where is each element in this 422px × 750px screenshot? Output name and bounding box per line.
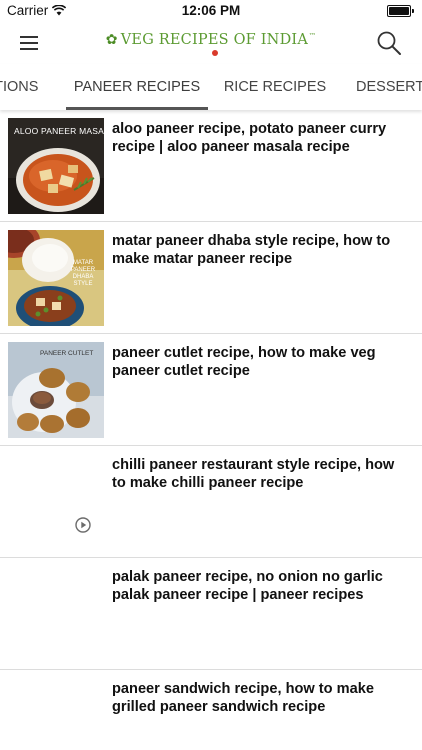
thumbnail-caption: MATAR PANEER DHABA STYLE <box>70 260 96 287</box>
recipe-thumbnail <box>8 454 104 550</box>
leaf-logo-icon: ✿ <box>105 32 118 48</box>
active-tab-indicator <box>66 107 208 110</box>
tab-rice-recipes[interactable]: RICE RECIPES <box>218 64 332 110</box>
thumbnail-caption: PANEER CUTLET <box>40 350 94 357</box>
logo-trademark: ™ <box>309 32 317 40</box>
recipe-thumbnail: PANEER CUTLET <box>8 342 104 438</box>
tab-desserts[interactable]: DESSERT <box>356 64 422 110</box>
recipe-row[interactable]: palak paneer recipe, no onion no garlic … <box>0 558 422 670</box>
recipe-title[interactable]: aloo paneer recipe, potato paneer curry … <box>112 120 412 156</box>
tab-paneer-recipes[interactable]: PANEER RECIPES <box>66 64 208 110</box>
top-bar: ✿ VEG RECIPES OF INDIA™ <box>0 22 422 64</box>
recipe-row[interactable]: chilli paneer restaurant style recipe, h… <box>0 446 422 558</box>
recipe-title[interactable]: matar paneer dhaba style recipe, how to … <box>112 232 412 268</box>
play-icon[interactable] <box>75 517 91 533</box>
status-bar: Carrier 12:06 PM <box>0 0 422 22</box>
logo-dot <box>212 50 218 56</box>
recipe-thumbnail: ALOO PANEER MASALA <box>8 118 104 214</box>
recipe-thumbnail: MATAR PANEER DHABA STYLE <box>8 230 104 326</box>
recipe-thumbnail <box>8 678 104 750</box>
recipe-title[interactable]: paneer sandwich recipe, how to make gril… <box>112 680 412 716</box>
recipe-thumbnail <box>8 566 104 662</box>
recipe-row[interactable]: MATAR PANEER DHABA STYLE matar paneer dh… <box>0 222 422 334</box>
recipe-row[interactable]: PANEER CUTLET paneer cutlet recipe, how … <box>0 334 422 446</box>
logo-text: VEG RECIPES OF INDIA <box>120 32 308 48</box>
recipe-title[interactable]: palak paneer recipe, no onion no garlic … <box>112 568 412 604</box>
tab-collections[interactable]: CTIONS <box>0 64 50 110</box>
app-logo[interactable]: ✿ VEG RECIPES OF INDIA™ <box>0 31 422 56</box>
battery-icon <box>387 5 414 17</box>
category-tabs: CTIONS PANEER RECIPES RICE RECIPES DESSE… <box>0 64 422 110</box>
recipe-title[interactable]: chilli paneer restaurant style recipe, h… <box>112 456 412 492</box>
recipe-row[interactable]: paneer sandwich recipe, how to make gril… <box>0 670 422 750</box>
recipe-list[interactable]: ALOO PANEER MASALA aloo paneer recipe, p… <box>0 110 422 750</box>
clock: 12:06 PM <box>181 3 241 18</box>
thumbnail-caption: ALOO PANEER MASALA <box>14 126 104 136</box>
recipe-title[interactable]: paneer cutlet recipe, how to make veg pa… <box>112 344 412 380</box>
recipe-row[interactable]: ALOO PANEER MASALA aloo paneer recipe, p… <box>0 110 422 222</box>
search-icon[interactable] <box>376 30 402 56</box>
